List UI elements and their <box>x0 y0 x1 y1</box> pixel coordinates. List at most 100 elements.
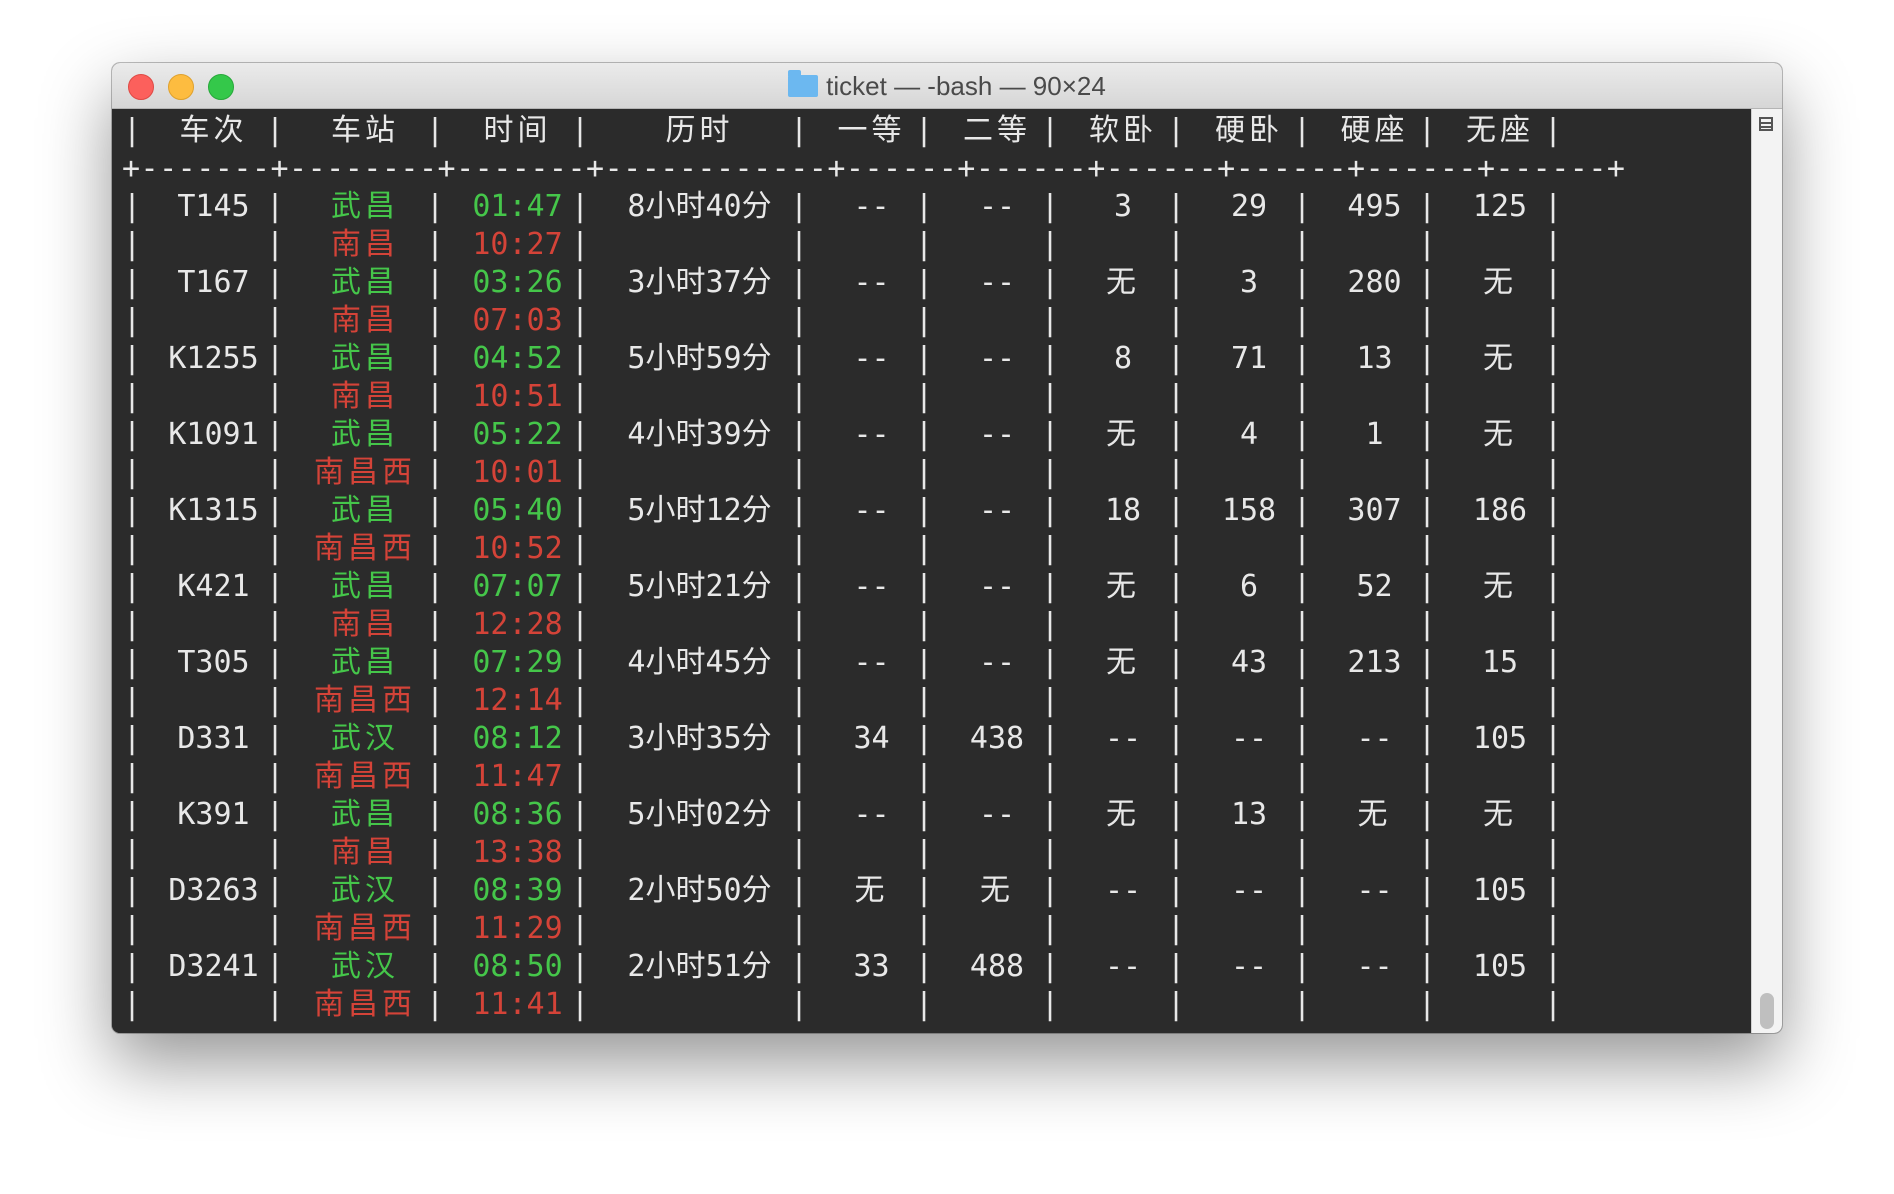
duration: 2小时50分 <box>627 873 772 908</box>
column-divider: | <box>1417 455 1437 490</box>
hard-seat-seats: -- <box>1356 873 1393 908</box>
departure-time: 05:40 <box>472 493 563 528</box>
hard-sleeper-seats: 6 <box>1239 569 1259 604</box>
column-divider: | <box>789 303 809 338</box>
standing-seats: 无 <box>1483 265 1517 300</box>
title-bar[interactable]: ticket — -bash — 90×24 <box>112 63 1782 109</box>
hard-seat-seats: 307 <box>1347 493 1402 528</box>
column-divider: | <box>122 873 142 908</box>
column-header: 硬卧 <box>1215 113 1283 148</box>
column-divider: | <box>914 455 934 490</box>
column-divider: | <box>789 227 809 262</box>
table-row: | | | | | | | | | | | D331 武汉 08:12 3小时35分 34 438 -- -- -- 1… <box>112 720 1752 758</box>
column-header: 一等 <box>837 113 906 148</box>
duration: 3小时35分 <box>627 721 772 756</box>
terminal-output[interactable]: | | | | | | | | | | | 车次 车站 时间 历时 一等 二等 软卧 硬卧 硬座 无座 +-------+… <box>112 109 1752 1033</box>
column-divider: | <box>1166 303 1186 338</box>
column-divider: | <box>1543 531 1563 566</box>
column-divider: | <box>1292 759 1312 794</box>
column-divider: | <box>122 455 142 490</box>
column-divider: | <box>1543 227 1563 262</box>
column-divider: | <box>1417 835 1437 870</box>
arrival-station: 南昌 <box>331 379 399 414</box>
column-divider: | <box>1292 303 1312 338</box>
column-divider: | <box>789 683 809 718</box>
departure-station: 武昌 <box>331 265 399 300</box>
soft-sleeper-seats: 无 <box>1106 797 1140 832</box>
column-divider: | <box>122 949 142 984</box>
duration: 5小时21分 <box>627 569 772 604</box>
column-divider: | <box>122 569 142 604</box>
scrollbar-thumb[interactable] <box>1760 993 1774 1029</box>
hard-seat-seats: 无 <box>1357 797 1392 832</box>
column-divider: | <box>914 987 934 1022</box>
hard-sleeper-seats: 43 <box>1230 645 1268 680</box>
column-divider: | <box>1292 379 1312 414</box>
train-number: K421 <box>177 569 250 604</box>
column-divider: | <box>1166 835 1186 870</box>
soft-sleeper-seats: -- <box>1104 949 1142 984</box>
column-divider: | <box>1166 227 1186 262</box>
table-row-continuation: | | | | | | | | | | | 南昌西 10:01 <box>112 454 1752 492</box>
column-divider: | <box>1040 835 1060 870</box>
duration: 5小时59分 <box>627 341 772 376</box>
column-divider: | <box>1040 531 1060 566</box>
column-header: 时间 <box>483 113 552 148</box>
vertical-scrollbar[interactable] <box>1751 109 1782 1033</box>
column-divider: | <box>265 759 285 794</box>
arrival-time: 12:28 <box>472 607 563 642</box>
train-number: D3241 <box>168 949 259 984</box>
soft-sleeper-seats: 无 <box>1106 645 1140 680</box>
table-separator: +-------+--------+-------+------------+-… <box>122 151 1626 186</box>
terminal-window: ticket — -bash — 90×24 | | | | | | | | | | | 车次 车站 时间… <box>112 63 1782 1033</box>
departure-time: 08:36 <box>472 797 563 832</box>
column-divider: | <box>914 531 934 566</box>
column-divider: | <box>914 835 934 870</box>
column-divider: | <box>1040 607 1060 642</box>
column-divider: | <box>122 721 142 756</box>
arrival-station: 南昌西 <box>314 455 416 490</box>
column-divider: | <box>1543 379 1563 414</box>
column-divider: | <box>914 759 934 794</box>
standing-seats: 无 <box>1483 341 1517 376</box>
table-row-continuation: | | | | | | | | | | | 南昌 10:27 <box>112 226 1752 264</box>
column-divider: | <box>1292 911 1312 946</box>
soft-sleeper-seats: 8 <box>1113 341 1133 376</box>
column-divider: | <box>1166 759 1186 794</box>
column-divider: | <box>1543 455 1563 490</box>
column-divider: | <box>122 607 142 642</box>
folder-icon <box>788 70 819 97</box>
hard-sleeper-seats: -- <box>1230 949 1268 984</box>
hard-sleeper-seats: 158 <box>1221 493 1277 528</box>
column-divider: | <box>914 227 934 262</box>
table-row: | | | | | | | | | | | D3241 武汉 08:50 2小时51分 33 488 -- -- --… <box>112 948 1752 986</box>
soft-sleeper-seats: -- <box>1104 873 1142 908</box>
column-divider: | <box>789 911 809 946</box>
departure-time: 01:47 <box>472 189 563 224</box>
duration: 5小时02分 <box>627 797 772 832</box>
hard-seat-seats: 495 <box>1347 189 1402 224</box>
table-row-continuation: | | | | | | | | | | | 南昌 13:38 <box>112 834 1752 872</box>
column-divider: | <box>1166 987 1186 1022</box>
column-divider: | <box>789 379 809 414</box>
ticket-table: | | | | | | | | | | | 车次 车站 时间 历时 一等 二等 软卧 硬卧 硬座 无座 +-------+… <box>112 109 1752 1033</box>
train-number: K391 <box>177 797 250 832</box>
arrival-time: 11:41 <box>472 987 563 1022</box>
standing-seats: 105 <box>1472 721 1528 756</box>
hard-sleeper-seats: 71 <box>1230 341 1268 376</box>
column-divider: | <box>1417 303 1437 338</box>
first-class-seats: -- <box>853 265 890 300</box>
second-class-seats: -- <box>978 265 1016 300</box>
table-row: | | | | | | | | | | | T145 武昌 01:47 8小时40分 -- -- 3 29 495 12… <box>112 188 1752 226</box>
first-class-seats: -- <box>853 417 890 452</box>
column-divider: | <box>1417 683 1437 718</box>
column-divider: | <box>1040 303 1060 338</box>
arrival-station: 南昌西 <box>314 531 416 566</box>
arrival-time: 10:01 <box>472 455 563 490</box>
scrollback-menu-icon[interactable] <box>1759 117 1773 131</box>
departure-station: 武昌 <box>331 797 399 832</box>
column-divider: | <box>1040 987 1060 1022</box>
column-divider: | <box>1543 683 1563 718</box>
table-row-continuation: | | | | | | | | | | | 南昌西 10:52 <box>112 530 1752 568</box>
column-divider: | <box>1040 683 1060 718</box>
